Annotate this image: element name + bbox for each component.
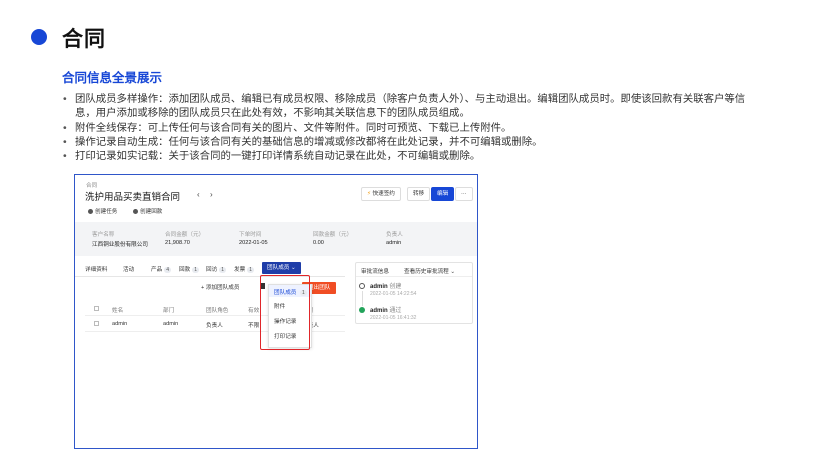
tab-label: 回款 — [179, 267, 191, 273]
more-button[interactable]: ··· — [455, 187, 473, 201]
column-header: 团队角色 — [206, 308, 229, 314]
add-member-button[interactable]: + 添加团队成员 — [201, 283, 239, 291]
step-time: 2022-01-05 16:41:32 — [370, 315, 417, 321]
step-created-icon — [359, 283, 365, 289]
tab-products[interactable]: 产品 4 — [151, 265, 171, 273]
tab-label: 团队成员 — [267, 265, 290, 271]
prev-record-icon[interactable]: ‹ — [197, 190, 200, 199]
approval-history-link[interactable]: 查看历史审批流程 ⌄ — [404, 267, 455, 275]
tab-team-members[interactable]: 团队成员 ⌄ — [262, 262, 301, 274]
quick-sign-button[interactable]: ⚡ 快速签约 — [361, 187, 401, 201]
table-cell: admin — [112, 321, 128, 327]
info-label: 客户名称 — [92, 232, 115, 238]
table-cell: 负责人 — [206, 323, 223, 329]
list-item: 团队成员多样操作：添加团队成员、编辑已有成员权限、移除成员（除客户负责人外）、与… — [62, 93, 762, 122]
count-badge: 4 — [164, 267, 171, 273]
list-item: 附件全线保存：可上传任何与该合同有关的图片、文件等附件。同时可预览、下载已上传附… — [62, 122, 762, 137]
select-all-checkbox[interactable] — [94, 306, 99, 311]
column-header: 部门 — [163, 308, 175, 314]
task-icon — [88, 209, 93, 215]
create-task-button[interactable]: 创建任务 — [88, 207, 117, 215]
step-action: 通过 — [389, 308, 402, 314]
breadcrumb[interactable]: 合同 — [86, 181, 97, 189]
info-label: 下单时间 — [239, 232, 262, 238]
chevron-down-icon: ⌄ — [290, 265, 296, 271]
owner: admin — [386, 240, 402, 246]
tab-label: 详细资料 — [85, 267, 108, 273]
feature-list: 团队成员多样操作：添加团队成员、编辑已有成员权限、移除成员（除客户负责人外）、与… — [62, 93, 762, 165]
panel-divider — [356, 276, 472, 277]
tab-payments[interactable]: 回款 1 — [179, 265, 199, 273]
plus-icon: + — [201, 285, 205, 291]
approval-step: admin 通过 — [370, 305, 401, 314]
tab-details[interactable]: 详细资料 — [85, 265, 107, 273]
approval-title: 审批流信息 — [361, 269, 389, 275]
table-cell: 不限 — [248, 323, 260, 329]
edit-button[interactable]: 编辑 — [431, 187, 455, 201]
step-user: admin — [370, 284, 388, 290]
approval-step: admin 创建 — [370, 281, 401, 290]
tab-label: 发票 — [234, 267, 246, 273]
step-user: admin — [370, 308, 388, 314]
column-header: 姓名 — [112, 308, 124, 314]
order-date: 2022-01-05 — [239, 240, 268, 246]
quick-sign-label: 快速签约 — [372, 191, 395, 197]
tab-label: 回访 — [206, 267, 218, 273]
create-payment-label: 创建回款 — [140, 209, 163, 215]
count-badge: 1 — [219, 267, 226, 273]
table-cell: admin — [163, 321, 179, 327]
create-task-label: 创建任务 — [95, 209, 118, 215]
tab-visits[interactable]: 回访 1 — [206, 265, 226, 273]
info-label: 负责人 — [386, 232, 403, 238]
highlight-box — [260, 275, 310, 350]
tab-activity[interactable]: 活动 — [123, 265, 134, 273]
row-checkbox[interactable] — [94, 321, 99, 326]
chevron-down-icon: ⌄ — [450, 269, 456, 275]
payment-amount: 0.00 — [313, 240, 324, 246]
count-badge: 1 — [192, 267, 199, 273]
tab-invoices[interactable]: 发票 1 — [234, 265, 254, 273]
create-payment-button[interactable]: 创建回款 — [133, 207, 162, 215]
info-label: 合同金额（元） — [165, 232, 205, 238]
transfer-button[interactable]: 转移 — [407, 187, 431, 201]
tab-label: 产品 — [151, 267, 163, 273]
contract-screenshot: 合同 洗护用品买卖直销合同 ‹ › ⚡ 快速签约 转移 编辑 ··· 创建任务 … — [74, 174, 478, 449]
tab-label: 活动 — [123, 267, 135, 273]
approval-history-label: 查看历史审批流程 — [404, 269, 449, 275]
customer-name[interactable]: 江西铜业股份有限公司 — [92, 240, 148, 248]
contract-amount: 21,908.70 — [165, 240, 190, 246]
page-title: 合同 — [62, 28, 106, 51]
info-bar — [75, 222, 477, 256]
column-header: 有效 — [248, 308, 260, 314]
next-record-icon[interactable]: › — [210, 190, 213, 199]
step-action: 创建 — [389, 284, 402, 290]
count-badge: 1 — [247, 267, 254, 273]
add-member-label: 添加团队成员 — [205, 285, 240, 291]
page-subtitle: 合同信息全景展示 — [62, 71, 163, 85]
list-item: 打印记录如实记载：关于该合同的一键打印详情系统自动记录在此处，不可编辑或删除。 — [62, 150, 762, 165]
check-circle-icon — [359, 307, 365, 313]
title-dot-icon — [31, 29, 47, 45]
payment-icon — [133, 209, 138, 215]
list-item: 操作记录自动生成：任何与该合同有关的基础信息的增减或修改都将在此处记录，并不可编… — [62, 136, 762, 151]
timeline-line — [362, 291, 363, 306]
step-time: 2022-01-05 14:22:54 — [370, 291, 417, 297]
contract-title: 洗护用品买卖直销合同 — [85, 192, 181, 203]
info-label: 回款金额（元） — [313, 232, 353, 238]
lightning-icon: ⚡ — [367, 191, 371, 197]
